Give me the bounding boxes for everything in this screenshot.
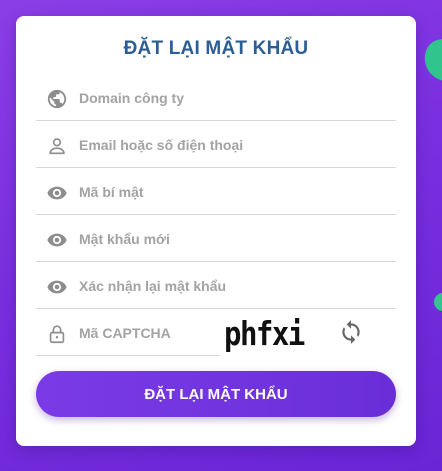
reset-password-card: ĐẶT LẠI MẬT KHẨU Domain công ty Email ho… bbox=[16, 16, 416, 446]
domain-placeholder: Domain công ty bbox=[79, 90, 185, 106]
captcha-image: phfxi bbox=[224, 314, 305, 354]
new-password-placeholder: Mật khẩu mới bbox=[79, 231, 170, 247]
eye-icon bbox=[46, 229, 68, 251]
lock-icon bbox=[46, 323, 68, 345]
email-phone-placeholder: Email hoặc số điện thoại bbox=[79, 137, 244, 153]
refresh-icon bbox=[342, 320, 360, 344]
domain-field[interactable]: Domain công ty bbox=[36, 75, 396, 121]
refresh-captcha-button[interactable] bbox=[338, 319, 364, 345]
reset-password-button[interactable]: ĐẶT LẠI MẬT KHẨU bbox=[36, 371, 396, 417]
eye-icon bbox=[46, 276, 68, 298]
captcha-field[interactable]: Mã CAPTCHA bbox=[36, 310, 220, 356]
eye-icon bbox=[46, 182, 68, 204]
decorative-blob bbox=[418, 34, 442, 86]
form-title: ĐẶT LẠI MẬT KHẨU bbox=[123, 38, 309, 59]
email-phone-field[interactable]: Email hoặc số điện thoại bbox=[36, 122, 396, 168]
decorative-blob bbox=[434, 293, 442, 311]
confirm-password-placeholder: Xác nhận lại mật khẩu bbox=[79, 278, 227, 294]
captcha-placeholder: Mã CAPTCHA bbox=[79, 325, 171, 341]
globe-icon bbox=[46, 88, 68, 110]
secret-code-placeholder: Mã bí mật bbox=[79, 184, 144, 200]
user-icon bbox=[46, 135, 68, 157]
confirm-password-field[interactable]: Xác nhận lại mật khẩu bbox=[36, 263, 396, 309]
secret-code-field[interactable]: Mã bí mật bbox=[36, 169, 396, 215]
new-password-field[interactable]: Mật khẩu mới bbox=[36, 216, 396, 262]
